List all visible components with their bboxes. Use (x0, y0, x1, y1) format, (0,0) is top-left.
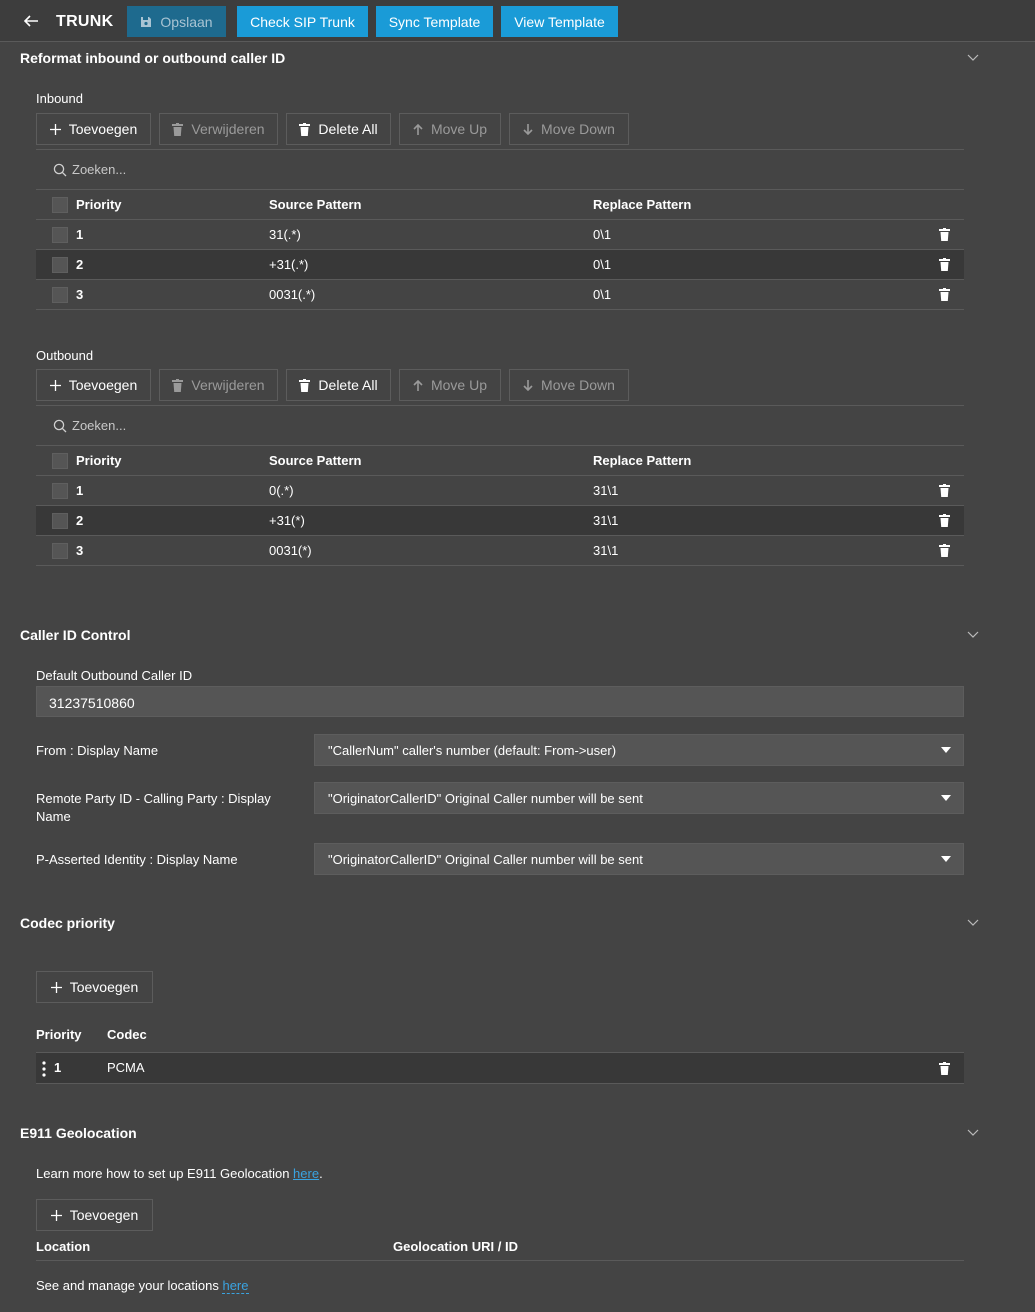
trash-icon[interactable] (939, 288, 950, 301)
caret-down-icon (941, 795, 951, 801)
rpid-display-name-label-line2: Name (36, 809, 71, 824)
inbound-delete-all-button[interactable]: Delete All (286, 113, 391, 145)
chevron-down-icon[interactable] (967, 54, 979, 62)
outbound-table-header: Priority Source Pattern Replace Pattern (36, 446, 964, 476)
row-checkbox[interactable] (52, 483, 68, 499)
row-checkbox[interactable] (52, 257, 68, 273)
section-title-caller-id: Caller ID Control (20, 627, 131, 643)
trash-icon (299, 122, 311, 136)
arrow-up-icon (413, 123, 423, 135)
row-checkbox[interactable] (52, 513, 68, 529)
trash-icon[interactable] (939, 484, 950, 497)
section-title-codec: Codec priority (20, 915, 115, 931)
codec-col-codec: Codec (107, 1027, 147, 1042)
trash-icon[interactable] (939, 1062, 950, 1075)
rpid-display-name-label: Remote Party ID - Calling Party : Displa… (36, 791, 271, 806)
table-row[interactable]: 1 31(.*) 0\1 (36, 220, 964, 250)
default-caller-id-input[interactable]: 31237510860 (36, 686, 964, 717)
from-display-name-select[interactable]: "CallerNum" caller's number (default: Fr… (314, 734, 964, 766)
caret-down-icon (941, 747, 951, 753)
plus-icon (50, 981, 62, 993)
chevron-down-icon[interactable] (967, 631, 979, 639)
chevron-down-icon[interactable] (967, 1129, 979, 1137)
trash-icon[interactable] (939, 544, 950, 557)
caret-down-icon (941, 856, 951, 862)
table-row[interactable]: 1 PCMA (36, 1052, 964, 1084)
arrow-down-icon (523, 379, 533, 391)
outbound-add-button[interactable]: Toevoegen (36, 369, 151, 401)
pai-display-name-label: P-Asserted Identity : Display Name (36, 852, 238, 867)
arrow-up-icon (413, 379, 423, 391)
e911-manage-locations: See and manage your locations here (36, 1278, 249, 1294)
inbound-table-header: Priority Source Pattern Replace Pattern (36, 190, 964, 220)
drag-handle-icon[interactable] (42, 1061, 46, 1077)
select-all-checkbox[interactable] (52, 197, 68, 213)
plus-icon (49, 379, 61, 391)
trash-icon (172, 378, 184, 392)
trash-icon (172, 122, 184, 136)
inbound-move-down-button[interactable]: Move Down (509, 113, 629, 145)
save-icon (141, 16, 152, 27)
section-title-e911: E911 Geolocation (20, 1125, 137, 1141)
trash-icon[interactable] (939, 514, 950, 527)
outbound-move-down-button[interactable]: Move Down (509, 369, 629, 401)
inbound-search-input[interactable]: Zoeken... (36, 149, 964, 190)
e911-add-button[interactable]: Toevoegen (36, 1199, 153, 1231)
search-icon (53, 419, 67, 433)
pai-display-name-select[interactable]: "OriginatorCallerID" Original Caller num… (314, 843, 964, 875)
e911-learn-more-link[interactable]: here (293, 1166, 319, 1181)
e911-table-header: Location Geolocation URI / ID (36, 1232, 964, 1261)
back-arrow-icon[interactable] (22, 13, 40, 29)
search-icon (53, 163, 67, 177)
view-template-button[interactable]: View Template (501, 6, 618, 37)
sync-template-button[interactable]: Sync Template (376, 6, 493, 37)
select-all-checkbox[interactable] (52, 453, 68, 469)
trash-icon[interactable] (939, 258, 950, 271)
table-row[interactable]: 3 0031(.*) 0\1 (36, 280, 964, 310)
e911-learn-more: Learn more how to set up E911 Geolocatio… (36, 1166, 323, 1181)
top-bar: TRUNK Opslaan Check SIP Trunk Sync Templ… (0, 0, 1035, 42)
outbound-search-input[interactable]: Zoeken... (36, 405, 964, 446)
arrow-down-icon (523, 123, 533, 135)
table-row[interactable]: 2 +31(*) 31\1 (36, 506, 964, 536)
chevron-down-icon[interactable] (967, 919, 979, 927)
outbound-remove-button[interactable]: Verwijderen (159, 369, 278, 401)
inbound-move-up-button[interactable]: Move Up (399, 113, 501, 145)
outbound-delete-all-button[interactable]: Delete All (286, 369, 391, 401)
trash-icon (299, 378, 311, 392)
table-row[interactable]: 1 0(.*) 31\1 (36, 476, 964, 506)
e911-manage-locations-link[interactable]: here (222, 1278, 249, 1294)
outbound-label: Outbound (36, 348, 94, 363)
outbound-move-up-button[interactable]: Move Up (399, 369, 501, 401)
row-checkbox[interactable] (52, 287, 68, 303)
plus-icon (49, 123, 61, 135)
inbound-label: Inbound (36, 91, 83, 106)
row-checkbox[interactable] (52, 227, 68, 243)
codec-col-priority: Priority (36, 1027, 82, 1042)
rpid-display-name-select[interactable]: "OriginatorCallerID" Original Caller num… (314, 782, 964, 814)
codec-add-button[interactable]: Toevoegen (36, 971, 153, 1003)
plus-icon (50, 1209, 62, 1221)
from-display-name-label: From : Display Name (36, 743, 159, 758)
page-title: TRUNK (56, 13, 114, 30)
inbound-add-button[interactable]: Toevoegen (36, 113, 151, 145)
table-row[interactable]: 3 0031(*) 31\1 (36, 536, 964, 566)
trash-icon[interactable] (939, 228, 950, 241)
table-row[interactable]: 2 +31(.*) 0\1 (36, 250, 964, 280)
section-title-reformat: Reformat inbound or outbound caller ID (20, 50, 286, 66)
row-checkbox[interactable] (52, 543, 68, 559)
default-caller-id-label: Default Outbound Caller ID (36, 668, 193, 683)
save-button[interactable]: Opslaan (127, 6, 226, 37)
inbound-remove-button[interactable]: Verwijderen (159, 113, 278, 145)
check-sip-trunk-button[interactable]: Check SIP Trunk (237, 6, 368, 37)
